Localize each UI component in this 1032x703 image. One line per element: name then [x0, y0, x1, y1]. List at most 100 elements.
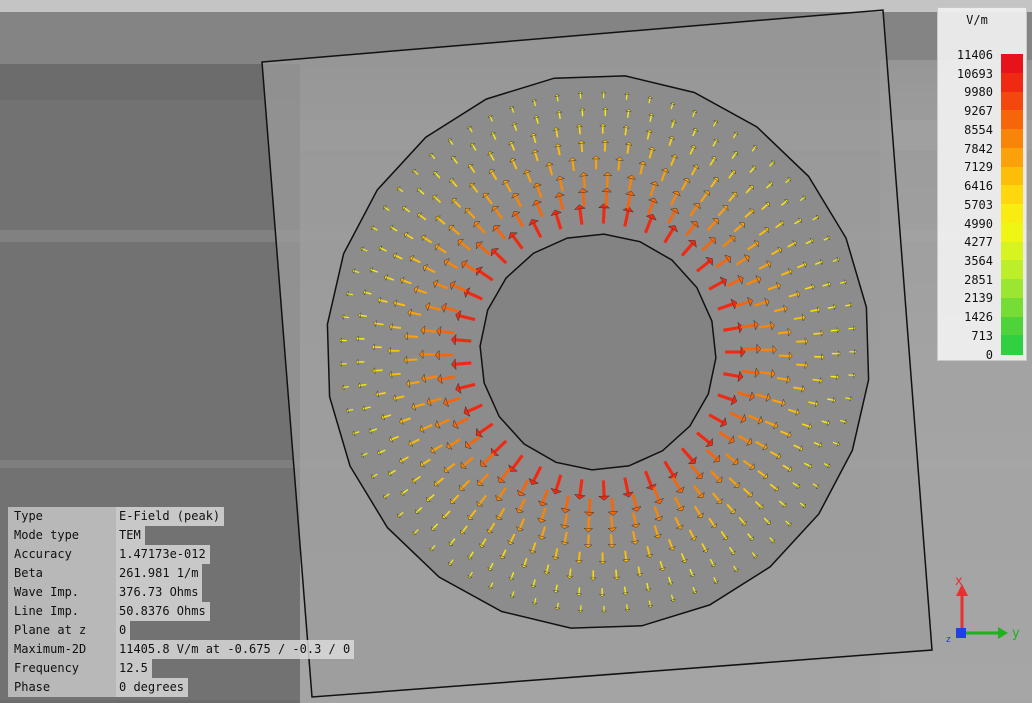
- legend-label: 2851: [964, 273, 993, 287]
- efield-arrow: [578, 587, 581, 594]
- legend-label: 7129: [964, 160, 993, 174]
- efield-arrow: [617, 160, 621, 171]
- efield-arrow: [571, 160, 575, 172]
- efield-arrow: [623, 586, 627, 593]
- efield-arrow: [360, 383, 367, 387]
- efield-arrow: [604, 191, 609, 206]
- efield-arrow: [582, 175, 586, 188]
- legend-color-swatch: [1001, 241, 1023, 261]
- legend-color-swatch: [1001, 129, 1023, 149]
- legend-color-swatch: [1001, 260, 1023, 280]
- info-row-phase: Phase 0 degrees: [8, 678, 376, 697]
- efield-arrow: [830, 329, 838, 332]
- efield-arrow: [812, 378, 821, 382]
- axis-x-label: x: [955, 574, 963, 589]
- info-key: Accuracy: [8, 545, 116, 564]
- efield-arrow: [587, 498, 592, 513]
- legend-label: 1426: [964, 310, 993, 324]
- efield-arrow: [624, 550, 628, 560]
- legend-color-swatch: [1001, 335, 1023, 355]
- legend-label: 9267: [964, 104, 993, 118]
- info-value: 50.8376 Ohms: [116, 602, 210, 621]
- efield-arrow: [391, 325, 402, 329]
- info-key: Line Imp.: [8, 602, 116, 621]
- efield-arrow: [587, 516, 591, 529]
- legend-label: 5703: [964, 198, 993, 212]
- legend-color-swatch: [1001, 185, 1023, 205]
- info-row-frequency: Frequency 12.5: [8, 659, 376, 678]
- efield-arrow: [615, 569, 618, 578]
- efield-arrow: [440, 329, 455, 335]
- legend-color-swatch: [1001, 54, 1023, 74]
- legend-label: 0: [985, 348, 993, 362]
- info-value: 11405.8 V/m at -0.675 / -0.3 / 0: [116, 640, 355, 659]
- legend-color-swatch: [1001, 72, 1023, 92]
- efield-arrow: [558, 112, 561, 120]
- efield-arrow: [848, 374, 854, 376]
- legend-color-swatch: [1001, 204, 1023, 224]
- legend-label: 4277: [964, 235, 993, 249]
- coax-inner-conductor: [479, 233, 717, 471]
- info-key: Frequency: [8, 659, 116, 678]
- efield-arrow: [759, 371, 772, 375]
- efield-arrow: [375, 322, 384, 326]
- field-info-panel: Type E-Field (peak) Mode type TEM Accuracy…: [8, 507, 376, 697]
- legend-color-swatch: [1001, 110, 1023, 130]
- info-value: TEM: [116, 526, 145, 545]
- efield-arrow: [391, 372, 401, 376]
- legend-label: 10693: [956, 67, 993, 81]
- efield-arrow: [343, 386, 349, 388]
- info-key: Mode type: [8, 526, 116, 545]
- info-value: 376.73 Ohms: [116, 583, 203, 602]
- efield-arrow: [830, 375, 837, 378]
- legend-color-swatch: [1001, 297, 1023, 317]
- efield-arrow: [610, 497, 615, 512]
- efield-arrow: [627, 111, 630, 118]
- info-value: E-Field (peak): [116, 507, 225, 526]
- efield-arrow: [407, 335, 418, 339]
- info-row-plane-z: Plane at z0: [8, 621, 376, 640]
- info-row-mode-type: Mode type TEM: [8, 526, 376, 545]
- info-key: Type: [8, 507, 116, 526]
- legend-label: 2139: [964, 291, 993, 305]
- info-row-type: Type E-Field (peak): [8, 507, 376, 526]
- info-row-wave-imp: Wave Imp. 376.73 Ohms: [8, 583, 376, 602]
- efield-arrow: [848, 327, 854, 330]
- efield-arrow: [610, 516, 614, 529]
- legend-label: 9980: [964, 85, 993, 99]
- axis-y-label: y: [1012, 626, 1020, 641]
- efield-arrow: [609, 534, 613, 545]
- efield-arrow: [776, 377, 788, 381]
- efield-arrow: [601, 207, 606, 224]
- legend-label: 3564: [964, 254, 993, 268]
- info-key: Maximum-2D: [8, 640, 116, 659]
- efield-arrow: [605, 175, 609, 188]
- info-value: 12.5: [116, 659, 152, 678]
- info-row-line-imp: Line Imp. 50.8376 Ohms: [8, 602, 376, 621]
- efield-arrow: [777, 331, 789, 335]
- efield-arrow: [624, 127, 627, 136]
- axis-z-label: z: [946, 635, 951, 645]
- efield-arrow: [578, 208, 584, 225]
- info-value: 0: [116, 621, 131, 640]
- efield-arrow: [741, 369, 756, 375]
- legend-color-swatch: [1001, 316, 1023, 336]
- info-key: Beta: [8, 564, 116, 583]
- info-key: Phase: [8, 678, 116, 697]
- efield-arrow: [424, 329, 437, 333]
- efield-arrow: [374, 369, 383, 372]
- efield-arrow: [578, 126, 581, 135]
- efield-arrow: [813, 332, 822, 335]
- legend-label: 713: [971, 329, 993, 343]
- legend-label: 4990: [964, 217, 993, 231]
- legend-color-swatch: [1001, 147, 1023, 167]
- color-legend: V/m 11406 10693 9980 9267 8554 7842 7129…: [937, 7, 1027, 362]
- axis-z-marker: [956, 628, 966, 638]
- efield-arrow: [587, 534, 590, 545]
- efield-arrow: [796, 363, 806, 367]
- legend-color-swatch: [1001, 279, 1023, 299]
- efield-arrow: [578, 479, 584, 496]
- info-row-maximum-2d: Maximum-2D 11405.8 V/m at -0.675 / -0.3 /…: [8, 640, 376, 659]
- info-value: 1.47173e-012: [116, 545, 210, 564]
- info-value: 0 degrees: [116, 678, 189, 697]
